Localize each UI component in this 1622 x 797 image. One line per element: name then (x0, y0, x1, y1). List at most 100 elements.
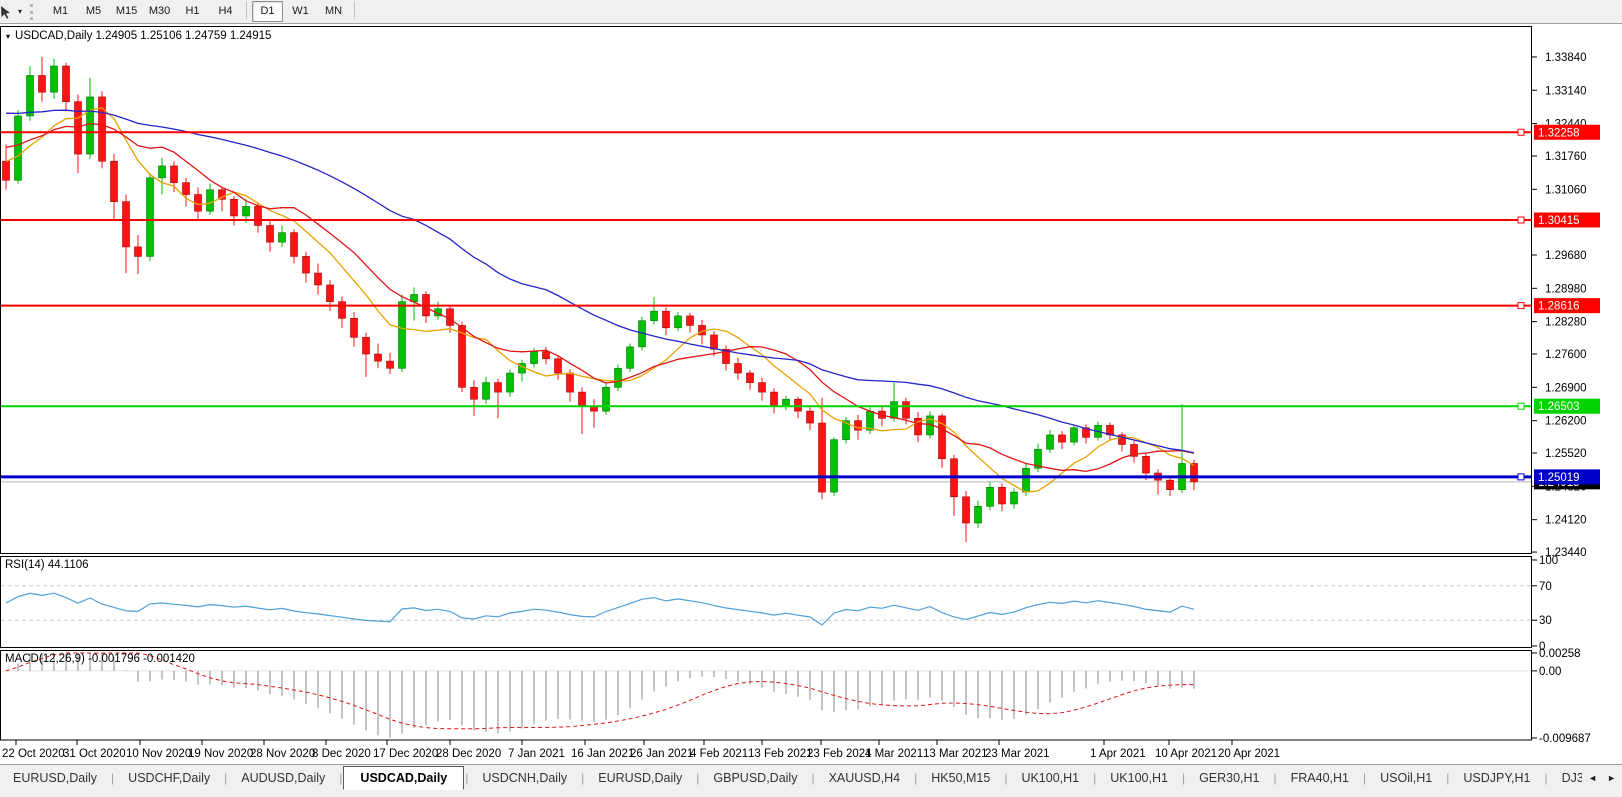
price-tick-label: 1.26900 (1545, 382, 1587, 394)
candle-body (566, 372, 574, 393)
chart-tab-audusd-2[interactable]: AUDUSD,Daily (228, 767, 338, 789)
timeframe-button-m1[interactable]: M1 (45, 1, 76, 22)
candle-body (1046, 434, 1054, 450)
candle-body (326, 284, 334, 302)
candle-body (74, 101, 82, 155)
tab-scroll-arrows: ◄ ► (1582, 765, 1622, 791)
candle-body (674, 315, 682, 329)
price-tick-label: 1.28980 (1545, 283, 1587, 295)
macd-indicator-label: MACD(12,26,9) -0.001796 -0.001420 (5, 653, 195, 665)
candle-body (902, 401, 910, 419)
chart-canvas[interactable]: 1.338401.331401.324401.317601.310601.296… (0, 24, 1622, 797)
date-label: 13 Mar 2021 (923, 748, 988, 760)
candle-body (1058, 434, 1066, 443)
candle-body (890, 401, 898, 419)
timeframe-button-mn[interactable]: MN (318, 1, 349, 22)
date-label: 28 Dec 2020 (436, 748, 501, 760)
chart-tab-usdchf-1[interactable]: USDCHF,Daily (115, 767, 223, 789)
candle-body (854, 420, 862, 431)
candle-body (530, 351, 538, 364)
rsi-panel (0, 556, 1532, 648)
hline-handle[interactable] (1517, 402, 1525, 410)
chart-tab-hk50-8[interactable]: HK50,M15 (918, 767, 1003, 789)
date-label: 23 Feb 2021 (807, 748, 872, 760)
price-tick-label: 1.28280 (1545, 317, 1587, 329)
hline-handle[interactable] (1517, 473, 1525, 481)
macd-tick-label: 0.00258 (1539, 648, 1581, 660)
candle-body (758, 382, 766, 393)
candle-body (698, 325, 706, 336)
date-label: 31 Oct 2020 (63, 748, 126, 760)
candle-body (1190, 463, 1198, 483)
chart-tab-usdjpy-14[interactable]: USDJPY,H1 (1450, 767, 1543, 789)
timeframe-button-d1[interactable]: D1 (252, 1, 284, 22)
tool-dropdown-caret-icon[interactable]: ▾ (18, 7, 22, 16)
chart-tab-gbpusd-6[interactable]: GBPUSD,Daily (700, 767, 810, 789)
tab-scroll-left-icon[interactable]: ◄ (1588, 773, 1597, 783)
candle-body (266, 225, 274, 243)
hline-price-label: 1.30415 (1538, 215, 1580, 227)
date-label: 22 Oct 2020 (2, 748, 65, 760)
candle-body (62, 65, 70, 102)
chart-tab-ger30-11[interactable]: GER30,H1 (1186, 767, 1272, 789)
candle-body (794, 398, 802, 412)
price-tick-label: 1.24120 (1545, 515, 1587, 527)
hline-handle[interactable] (1517, 128, 1525, 136)
candle-body (338, 301, 346, 319)
hline-handle[interactable] (1517, 216, 1525, 224)
macd-panel (0, 650, 1532, 741)
chart-tab-usoil-13[interactable]: USOil,H1 (1367, 767, 1445, 789)
candle-body (626, 346, 634, 369)
candle-body (98, 96, 106, 162)
timeframe-button-w1[interactable]: W1 (285, 1, 316, 22)
chart-tab-uk100-10[interactable]: UK100,H1 (1097, 767, 1181, 789)
chart-tab-dj30-15[interactable]: DJ30,Weekly (1549, 767, 1583, 789)
hline-handle[interactable] (1517, 302, 1525, 310)
candle-body (362, 337, 370, 355)
candle-body (734, 363, 742, 374)
date-label: 13 Feb 2021 (748, 748, 813, 760)
date-label: 10 Nov 2020 (126, 748, 191, 760)
timeframe-button-h4[interactable]: H4 (210, 1, 241, 22)
price-tick-label: 1.31060 (1545, 184, 1587, 196)
tab-scroll-right-icon[interactable]: ► (1607, 773, 1616, 783)
candle-body (1142, 456, 1150, 474)
price-tick-label: 1.33840 (1545, 52, 1587, 64)
candle-body (398, 301, 406, 369)
crosshair-cursor-tool-icon[interactable] (0, 3, 16, 21)
chart-tab-usdcad-3[interactable]: USDCAD,Daily (343, 766, 465, 790)
rsi-indicator-label: RSI(14) 44.1106 (5, 559, 89, 571)
chart-tab-eurusd-0[interactable]: EURUSD,Daily (0, 767, 110, 789)
chart-tab-xauusd-7[interactable]: XAUUSD,H4 (816, 767, 914, 789)
candle-body (458, 325, 466, 388)
chart-tab-uk100-9[interactable]: UK100,H1 (1008, 767, 1092, 789)
timeframe-button-m5[interactable]: M5 (78, 1, 109, 22)
candle-body (386, 360, 394, 369)
candle-body (542, 351, 550, 360)
chart-tab-fra40-12[interactable]: FRA40,H1 (1278, 767, 1362, 789)
date-label: 26 Jan 2021 (630, 748, 693, 760)
timeframe-button-m30[interactable]: M30 (144, 1, 175, 22)
candle-body (1070, 427, 1078, 443)
candle-body (158, 165, 166, 179)
date-label: 28 Nov 2020 (250, 748, 315, 760)
hline-price-label: 1.26503 (1538, 401, 1580, 413)
candle-body (494, 382, 502, 393)
chart-tab-usdcnh-4[interactable]: USDCNH,Daily (469, 767, 580, 789)
price-tick-label: 1.31760 (1545, 151, 1587, 163)
timeframe-button-h1[interactable]: H1 (177, 1, 208, 22)
price-tick-label: 1.25520 (1545, 448, 1587, 460)
chart-title-text: USDCAD,Daily 1.24905 1.25106 1.24759 1.2… (15, 30, 272, 42)
candle-body (170, 165, 178, 183)
price-tick-label: 1.26200 (1545, 416, 1587, 428)
candle-body (578, 391, 586, 407)
candle-body (2, 160, 10, 181)
candle-body (470, 387, 478, 400)
chart-tab-eurusd-5[interactable]: EURUSD,Daily (585, 767, 695, 789)
hline-price-label: 1.28616 (1538, 301, 1580, 313)
candle-body (374, 353, 382, 362)
price-tick-label: 1.27600 (1545, 349, 1587, 361)
toolbar-separator (246, 1, 248, 19)
date-label: 19 Nov 2020 (188, 748, 253, 760)
timeframe-button-m15[interactable]: M15 (111, 1, 142, 22)
